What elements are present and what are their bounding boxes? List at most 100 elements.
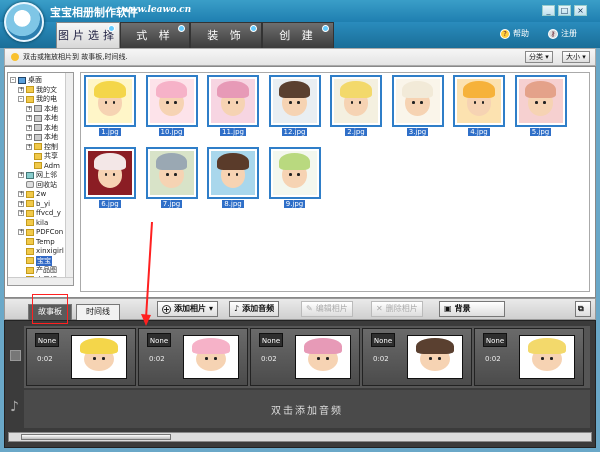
- add-photo-button[interactable]: + 添加相片 ▾: [157, 301, 219, 317]
- photo-image: [514, 75, 567, 127]
- sort-dropdown[interactable]: 分类 ▾: [525, 51, 553, 63]
- folder-icon: [26, 247, 34, 255]
- tree-item[interactable]: + 本地: [26, 132, 58, 142]
- register-link[interactable]: ⚷ 注册: [548, 28, 577, 39]
- photo-thumbnail[interactable]: 8.jpg: [207, 147, 259, 211]
- hint-bar: 双击或拖放相片到 故事板,时间线. 分类 ▾ 大小 ▾: [4, 48, 596, 66]
- photo-thumbnail[interactable]: 9.jpg: [268, 147, 321, 211]
- tree-item[interactable]: + 本地: [26, 123, 58, 133]
- tree-item[interactable]: kila: [18, 218, 48, 228]
- tree-item[interactable]: Temp: [18, 237, 55, 247]
- fullscreen-button[interactable]: ⧉: [575, 301, 591, 317]
- transition-button[interactable]: None: [371, 333, 395, 347]
- tree-item[interactable]: + 我的文: [18, 85, 57, 95]
- annotation-highlight-box: [32, 294, 68, 324]
- expand-toggle-icon[interactable]: +: [18, 191, 24, 197]
- tree-vertical-scrollbar[interactable]: [65, 73, 73, 278]
- photo-thumbnail[interactable]: 11.jpg: [207, 75, 259, 139]
- storyboard-slot[interactable]: None 0:02: [474, 328, 584, 386]
- storyboard-slot[interactable]: None 0:02: [26, 328, 136, 386]
- photo-grid: 1.jpg 10.jpg 11.jpg 12.jpg 2.jpg 3.jpg 4.jpg 5.…: [80, 72, 590, 292]
- tree-item[interactable]: - 桌面: [10, 75, 42, 85]
- help-link[interactable]: ? 帮助: [500, 28, 529, 39]
- transition-button[interactable]: None: [35, 333, 59, 347]
- edit-photo-button[interactable]: ✎ 编辑相片: [301, 301, 353, 317]
- photo-filename: 2.jpg: [345, 128, 367, 136]
- folder-tree[interactable]: - 桌面 + 我的文 - 我的电 + 本地 + 本地 + 本地 + 本地 + 控制 共享 Adm + 网上邻 回收站 +2…: [7, 72, 74, 286]
- tree-item[interactable]: 回收站: [18, 180, 57, 190]
- expand-toggle-icon[interactable]: +: [18, 210, 24, 216]
- scrollbar-thumb[interactable]: [21, 434, 171, 440]
- expand-toggle-icon[interactable]: -: [10, 77, 16, 83]
- tree-item-label: 我的电: [36, 95, 57, 103]
- tree-item[interactable]: 宝宝: [18, 255, 52, 266]
- tab-photo-select[interactable]: 图片选择: [56, 22, 120, 48]
- storyboard-slot[interactable]: None 0:02: [362, 328, 472, 386]
- tree-item[interactable]: + 本地: [26, 104, 58, 114]
- tab-badge-icon: [108, 25, 115, 32]
- tab-create[interactable]: 创 建: [262, 22, 334, 48]
- photo-thumbnail[interactable]: 7.jpg: [145, 147, 198, 211]
- register-label: 注册: [561, 29, 577, 38]
- tree-item-label: Adm: [44, 161, 60, 170]
- tree-item[interactable]: Adm: [26, 161, 60, 171]
- tree-horizontal-scrollbar[interactable]: [8, 277, 73, 285]
- folder-icon: [34, 152, 42, 160]
- expand-toggle-icon[interactable]: +: [26, 134, 32, 140]
- transition-button[interactable]: None: [147, 333, 171, 347]
- photo-thumbnail[interactable]: 1.jpg: [84, 75, 136, 139]
- expand-toggle-icon[interactable]: -: [18, 96, 24, 102]
- photo-thumbnail[interactable]: 6.jpg: [84, 147, 136, 211]
- photo-thumbnail[interactable]: 10.jpg: [145, 75, 198, 139]
- tree-item[interactable]: + b_yi: [18, 199, 50, 209]
- maximize-button[interactable]: □: [558, 5, 571, 16]
- tree-item-label: xinxigirl: [36, 247, 64, 255]
- expand-toggle-icon[interactable]: +: [26, 143, 32, 150]
- photo-thumbnail[interactable]: 12.jpg: [268, 75, 321, 139]
- audio-lane[interactable]: 双击添加音频: [24, 390, 590, 428]
- tree-item[interactable]: + ffvcd_y: [18, 208, 61, 218]
- expand-toggle-icon[interactable]: +: [26, 124, 32, 131]
- expand-toggle-icon[interactable]: +: [26, 115, 32, 121]
- tab-timeline[interactable]: 时间线: [76, 304, 120, 320]
- photo-filename: 12.jpg: [281, 128, 308, 136]
- lightbulb-icon: [11, 53, 19, 61]
- transition-button[interactable]: None: [259, 333, 283, 347]
- close-button[interactable]: ×: [574, 5, 587, 16]
- expand-toggle-icon[interactable]: +: [26, 105, 32, 112]
- minimize-button[interactable]: _: [542, 5, 555, 16]
- expand-toggle-icon[interactable]: +: [18, 172, 24, 178]
- expand-toggle-icon[interactable]: +: [18, 229, 24, 235]
- storyboard-slot[interactable]: None 0:02: [250, 328, 360, 386]
- background-button[interactable]: ▣ 背景: [439, 301, 505, 317]
- tab-decorate[interactable]: 装 饰: [190, 22, 262, 48]
- tree-item[interactable]: +2w: [18, 189, 46, 199]
- tree-item[interactable]: + PDFCon: [18, 227, 63, 237]
- tree-item[interactable]: - 我的电: [18, 94, 57, 104]
- tab-label: 装 饰: [207, 29, 245, 42]
- photo-filename: 6.jpg: [99, 200, 121, 208]
- storyboard-slot[interactable]: None 0:02: [138, 328, 248, 386]
- photo-thumbnail[interactable]: 5.jpg: [514, 75, 567, 139]
- transition-button[interactable]: None: [483, 333, 507, 347]
- tree-item[interactable]: 产品图: [18, 265, 57, 275]
- tree-item[interactable]: + 本地: [26, 113, 58, 123]
- slot-photo: [407, 335, 463, 379]
- tree-item[interactable]: xinxigirl: [18, 246, 64, 256]
- tree-item[interactable]: + 网上邻: [18, 170, 57, 180]
- size-dropdown[interactable]: 大小 ▾: [562, 51, 590, 63]
- tree-item[interactable]: + 控制: [26, 142, 58, 152]
- storyboard-scrollbar[interactable]: [8, 432, 592, 442]
- delete-photo-button[interactable]: ✕ 删除相片: [371, 301, 423, 317]
- add-audio-button[interactable]: ♪ 添加音频: [229, 301, 280, 317]
- photo-image: [207, 147, 259, 199]
- expand-toggle-icon[interactable]: +: [18, 200, 24, 207]
- photo-thumbnail[interactable]: 3.jpg: [391, 75, 444, 139]
- photo-thumbnail[interactable]: 2.jpg: [330, 75, 382, 139]
- photo-thumbnail[interactable]: 4.jpg: [453, 75, 505, 139]
- slot-duration: 0:02: [37, 355, 53, 363]
- tree-item[interactable]: 共享: [26, 151, 58, 161]
- expand-toggle-icon[interactable]: +: [18, 86, 24, 93]
- drive-icon: [34, 105, 42, 112]
- tab-style[interactable]: 式 样: [120, 22, 190, 48]
